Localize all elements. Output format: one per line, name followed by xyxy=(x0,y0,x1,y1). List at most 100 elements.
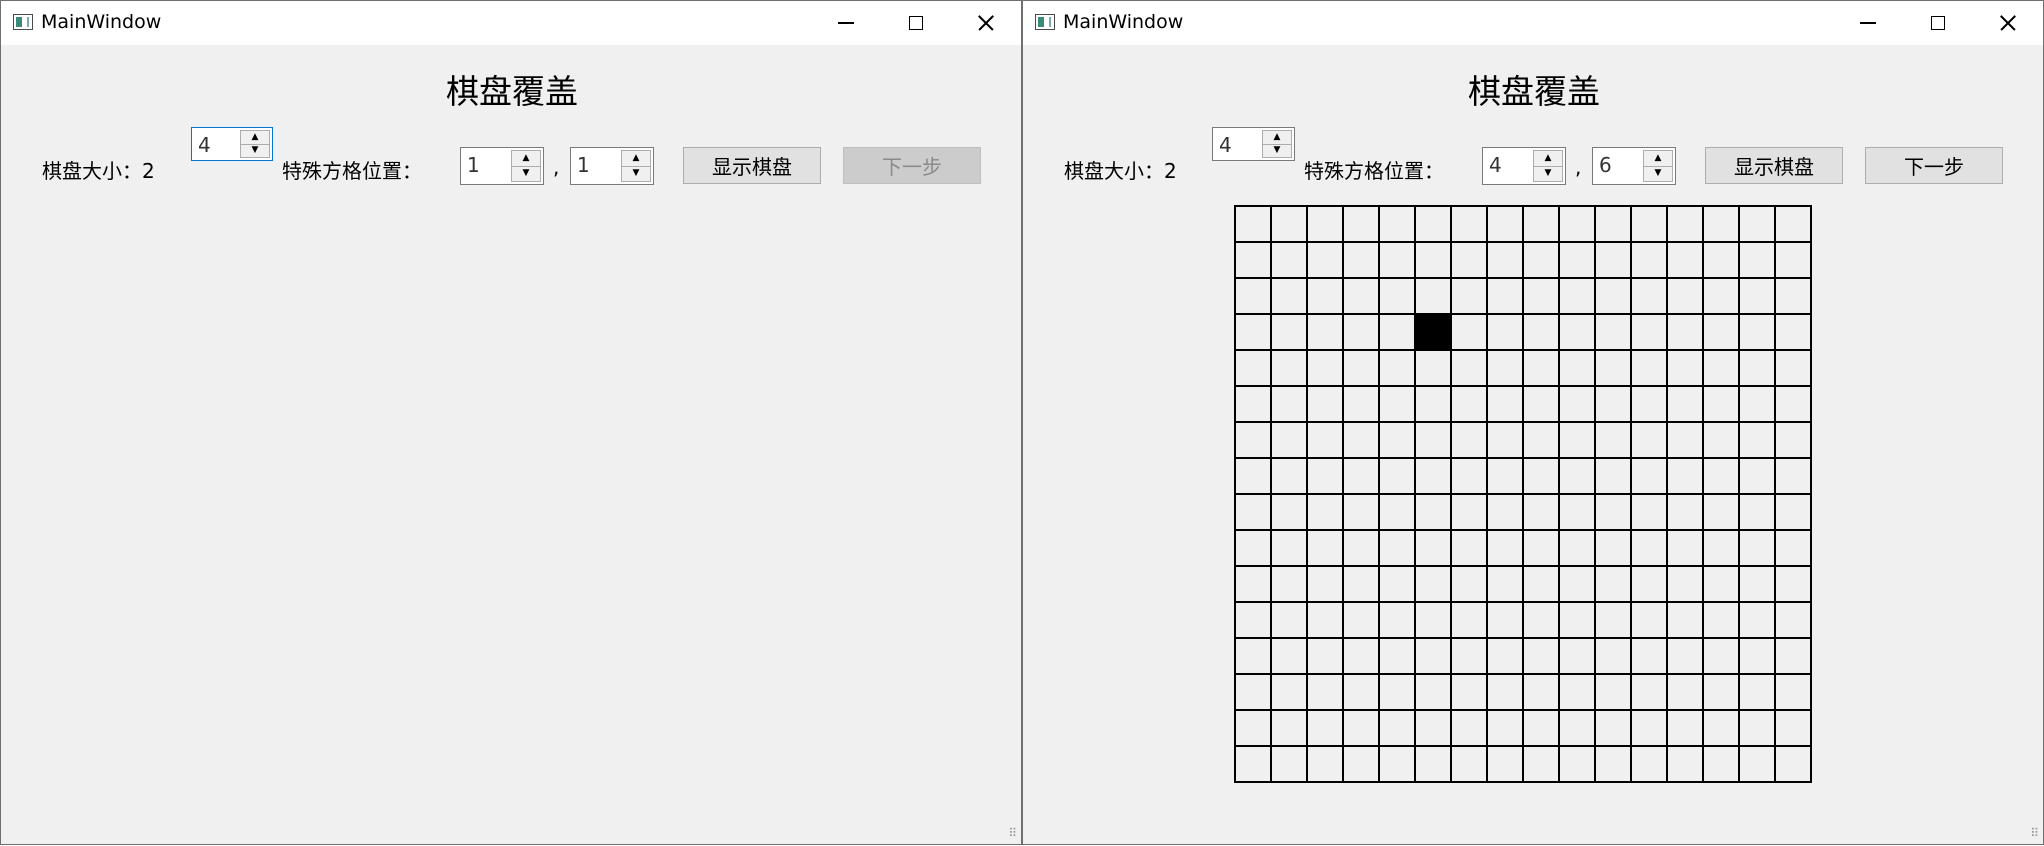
board-cell xyxy=(1774,421,1812,459)
show-board-button[interactable]: 显示棋盘 xyxy=(1705,147,1843,184)
spin-down-icon[interactable]: ▼ xyxy=(511,166,541,182)
special-row-spinbox[interactable]: 1 ▲ ▼ xyxy=(460,147,544,185)
board-size-label: 棋盘大小：2 xyxy=(42,159,155,183)
board-cell xyxy=(1630,313,1668,351)
board-cell xyxy=(1234,421,1272,459)
board-cell xyxy=(1306,205,1344,243)
spin-up-icon[interactable]: ▲ xyxy=(1533,150,1563,167)
board-cell xyxy=(1594,673,1632,711)
board-cell xyxy=(1666,241,1704,279)
board-cell xyxy=(1630,565,1668,603)
maximize-button[interactable] xyxy=(881,1,951,45)
board-cell xyxy=(1666,673,1704,711)
special-col-spinbox[interactable]: 1 ▲ ▼ xyxy=(570,147,654,185)
next-step-button[interactable]: 下一步 xyxy=(1865,147,2003,184)
board-size-spinbox[interactable]: 4 ▲ ▼ xyxy=(191,127,273,161)
show-board-button[interactable]: 显示棋盘 xyxy=(683,147,821,184)
title-bar[interactable]: MainWindow xyxy=(1,1,1021,45)
board-cell xyxy=(1594,529,1632,567)
board-cell xyxy=(1594,277,1632,315)
board-cell xyxy=(1486,385,1524,423)
board-cell xyxy=(1450,709,1488,747)
spin-down-icon[interactable]: ▼ xyxy=(1533,166,1563,182)
board-cell xyxy=(1270,421,1308,459)
board-cell xyxy=(1450,205,1488,243)
board-cell xyxy=(1594,349,1632,387)
window-title: MainWindow xyxy=(1063,11,1184,33)
board-cell xyxy=(1486,709,1524,747)
board-cell xyxy=(1558,745,1596,783)
close-button[interactable] xyxy=(1973,1,2043,45)
board-cell xyxy=(1450,637,1488,675)
board-cell xyxy=(1666,457,1704,495)
resize-grip-icon[interactable]: ⠿ xyxy=(2030,826,2039,840)
title-bar[interactable]: MainWindow xyxy=(1023,1,2043,45)
maximize-button[interactable] xyxy=(1903,1,1973,45)
board-cell xyxy=(1342,277,1380,315)
board-cell xyxy=(1522,277,1560,315)
board-cell xyxy=(1306,565,1344,603)
spin-down-icon[interactable]: ▼ xyxy=(240,144,270,158)
spin-up-icon[interactable]: ▲ xyxy=(240,130,270,145)
board-cell xyxy=(1486,313,1524,351)
board-cell xyxy=(1522,637,1560,675)
spin-down-icon[interactable]: ▼ xyxy=(621,166,651,182)
board-cell xyxy=(1522,709,1560,747)
board-cell xyxy=(1594,637,1632,675)
board-cell xyxy=(1630,601,1668,639)
board-cell xyxy=(1558,349,1596,387)
board-cell xyxy=(1522,205,1560,243)
board-cell xyxy=(1774,673,1812,711)
board-cell xyxy=(1378,493,1416,531)
board-cell xyxy=(1234,241,1272,279)
board-cell xyxy=(1738,385,1776,423)
board-cell xyxy=(1594,493,1632,531)
board-size-spinbox[interactable]: 4 ▲ ▼ xyxy=(1212,127,1295,161)
special-row-spinbox[interactable]: 4 ▲ ▼ xyxy=(1482,147,1566,185)
board-cell xyxy=(1414,637,1452,675)
board-cell xyxy=(1450,601,1488,639)
spin-down-icon[interactable]: ▼ xyxy=(1262,144,1292,158)
board-cell xyxy=(1702,745,1740,783)
board-cell xyxy=(1486,601,1524,639)
board-size-value: 4 xyxy=(198,133,211,157)
board-cell xyxy=(1450,313,1488,351)
board-cell xyxy=(1522,601,1560,639)
board-cell xyxy=(1270,673,1308,711)
board-cell xyxy=(1738,601,1776,639)
board-cell xyxy=(1630,745,1668,783)
board-cell xyxy=(1702,421,1740,459)
spin-up-icon[interactable]: ▲ xyxy=(1262,130,1292,145)
board-cell xyxy=(1414,673,1452,711)
board-cell xyxy=(1234,529,1272,567)
minimize-button[interactable] xyxy=(811,1,881,45)
board-cell xyxy=(1342,385,1380,423)
board-cell xyxy=(1378,565,1416,603)
next-step-button[interactable]: 下一步 xyxy=(843,147,981,184)
board-cell xyxy=(1738,565,1776,603)
board-cell xyxy=(1414,745,1452,783)
board-cell xyxy=(1270,709,1308,747)
board-cell xyxy=(1414,709,1452,747)
minimize-button[interactable] xyxy=(1833,1,1903,45)
close-button[interactable] xyxy=(951,1,1021,45)
board-cell xyxy=(1306,385,1344,423)
spin-up-icon[interactable]: ▲ xyxy=(1643,150,1673,167)
spin-down-icon[interactable]: ▼ xyxy=(1643,166,1673,182)
board-cell xyxy=(1558,385,1596,423)
resize-grip-icon[interactable]: ⠿ xyxy=(1008,826,1017,840)
board-cell xyxy=(1702,349,1740,387)
special-col-spinbox[interactable]: 6 ▲ ▼ xyxy=(1592,147,1676,185)
spin-up-icon[interactable]: ▲ xyxy=(621,150,651,167)
board-cell xyxy=(1270,385,1308,423)
board-cell xyxy=(1594,313,1632,351)
board-cell xyxy=(1774,385,1812,423)
board-cell xyxy=(1630,529,1668,567)
board-cell xyxy=(1594,601,1632,639)
board-cell xyxy=(1414,565,1452,603)
spin-up-icon[interactable]: ▲ xyxy=(511,150,541,167)
board-cell xyxy=(1522,493,1560,531)
board-cell xyxy=(1738,421,1776,459)
board-cell xyxy=(1630,205,1668,243)
board-cell xyxy=(1450,385,1488,423)
